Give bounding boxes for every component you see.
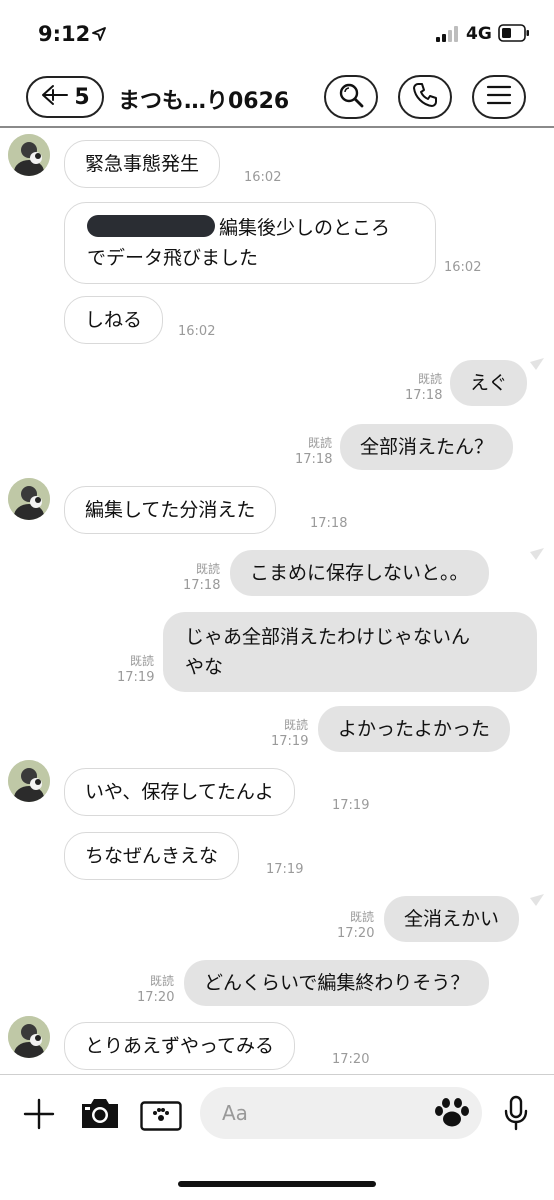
- unread-count: 5: [74, 84, 90, 110]
- menu-button[interactable]: [472, 75, 526, 119]
- message-line: 編集後少しのところ: [87, 213, 413, 243]
- avatar[interactable]: [8, 478, 50, 520]
- call-button[interactable]: [398, 75, 452, 119]
- message-text: いや、保存してたんよ: [85, 781, 274, 803]
- search-button[interactable]: [324, 75, 378, 119]
- message-text: じゃあ全部消えたわけじゃないん: [185, 626, 471, 648]
- read-receipt: 既読: [349, 910, 374, 924]
- input-placeholder: Aa: [222, 1101, 248, 1125]
- redacted-name: [87, 215, 215, 237]
- bubble-tail: [530, 894, 544, 906]
- message-bubble-outgoing[interactable]: よかったよかった: [318, 706, 511, 752]
- location-arrow-icon: [92, 26, 106, 45]
- message-text: えぐ: [470, 372, 508, 394]
- back-arrow-icon: [40, 83, 70, 111]
- message-bubble-incoming[interactable]: ちなぜんきえな: [64, 832, 240, 880]
- paw-icon[interactable]: [432, 1097, 472, 1133]
- message-bubble-incoming[interactable]: とりあえずやってみる: [64, 1022, 296, 1070]
- message-time: 16:02: [444, 260, 482, 275]
- message-bubble-outgoing[interactable]: こまめに保存しないと。。: [230, 550, 489, 596]
- message-bubble-incoming[interactable]: 編集してた分消えた: [64, 486, 277, 534]
- message-text: こまめに保存しないと。。: [250, 562, 469, 584]
- read-receipt: 既読: [283, 718, 308, 732]
- read-receipt: 既読: [149, 974, 174, 988]
- back-button[interactable]: 5: [26, 76, 104, 118]
- input-bar: Aa: [0, 1074, 554, 1200]
- message-time: 17:19: [117, 670, 155, 685]
- message-time: 17:18: [295, 452, 333, 467]
- menu-icon: [485, 83, 513, 111]
- status-time: 9:12: [38, 22, 91, 46]
- message-list[interactable]: 緊急事態発生 16:02 編集後少しのところ でデータ飛びました 16:02 し…: [0, 128, 554, 1074]
- avatar[interactable]: [8, 1016, 50, 1058]
- avatar[interactable]: [8, 760, 50, 802]
- message-time: 17:19: [271, 734, 309, 749]
- read-receipt: 既読: [307, 436, 332, 450]
- message-text: でデータ飛びました: [87, 247, 259, 269]
- microphone-icon[interactable]: [502, 1095, 530, 1135]
- message-time: 17:19: [266, 862, 304, 877]
- message-input[interactable]: Aa: [200, 1087, 482, 1139]
- message-text: どんくらいで編集終わりそう？: [204, 972, 470, 994]
- bubble-tail: [530, 548, 544, 560]
- search-icon: [337, 81, 365, 113]
- plus-icon[interactable]: [22, 1097, 56, 1135]
- message-bubble-incoming[interactable]: しねる: [64, 296, 164, 344]
- bubble-tail: [530, 358, 544, 370]
- home-indicator: [178, 1181, 376, 1187]
- message-time: 17:18: [310, 516, 348, 531]
- chat-header: 5 まつも…り0626: [0, 66, 554, 128]
- read-receipt: 既読: [195, 562, 220, 576]
- message-time: 17:18: [183, 578, 221, 593]
- message-time: 17:18: [405, 388, 443, 403]
- message-text: 編集後少しのところ: [219, 217, 391, 239]
- message-bubble-incoming[interactable]: 緊急事態発生: [64, 140, 221, 188]
- message-text: ちなぜんきえな: [85, 845, 219, 867]
- message-bubble-outgoing[interactable]: 全部消えたん？: [340, 424, 514, 470]
- message-text: 全消えかい: [404, 908, 500, 930]
- camera-icon[interactable]: [78, 1095, 122, 1135]
- message-bubble-outgoing[interactable]: 全消えかい: [384, 896, 520, 942]
- message-text: 全部消えたん？: [360, 436, 494, 458]
- signal-icon: [436, 26, 460, 42]
- read-receipt: 既読: [417, 372, 442, 386]
- message-bubble-incoming[interactable]: 編集後少しのところ でデータ飛びました: [64, 202, 436, 284]
- message-time: 16:02: [178, 324, 216, 339]
- message-text: 緊急事態発生: [85, 153, 200, 175]
- status-bar: 9:12 4G: [0, 0, 554, 66]
- message-text: やな: [185, 656, 224, 678]
- battery-icon: [498, 24, 530, 42]
- message-text: とりあえずやってみる: [85, 1035, 275, 1057]
- message-text: 編集してた分消えた: [85, 499, 256, 521]
- phone-icon: [411, 81, 439, 113]
- message-bubble-outgoing[interactable]: どんくらいで編集終わりそう？: [184, 960, 490, 1006]
- message-time: 17:20: [137, 990, 175, 1005]
- message-time: 17:19: [332, 798, 370, 813]
- message-text: よかったよかった: [338, 718, 491, 740]
- chat-title: まつも…り0626: [118, 89, 290, 114]
- message-bubble-incoming[interactable]: いや、保存してたんよ: [64, 768, 295, 816]
- message-bubble-outgoing[interactable]: えぐ: [450, 360, 528, 406]
- message-time: 17:20: [332, 1052, 370, 1067]
- message-bubble-outgoing[interactable]: じゃあ全部消えたわけじゃないん やな: [163, 612, 537, 692]
- image-icon[interactable]: [140, 1101, 182, 1135]
- message-time: 17:20: [337, 926, 375, 941]
- read-receipt: 既読: [129, 654, 154, 668]
- message-time: 16:02: [244, 170, 282, 185]
- avatar[interactable]: [8, 134, 50, 176]
- network-type: 4G: [466, 24, 492, 44]
- message-text: しねる: [85, 309, 143, 331]
